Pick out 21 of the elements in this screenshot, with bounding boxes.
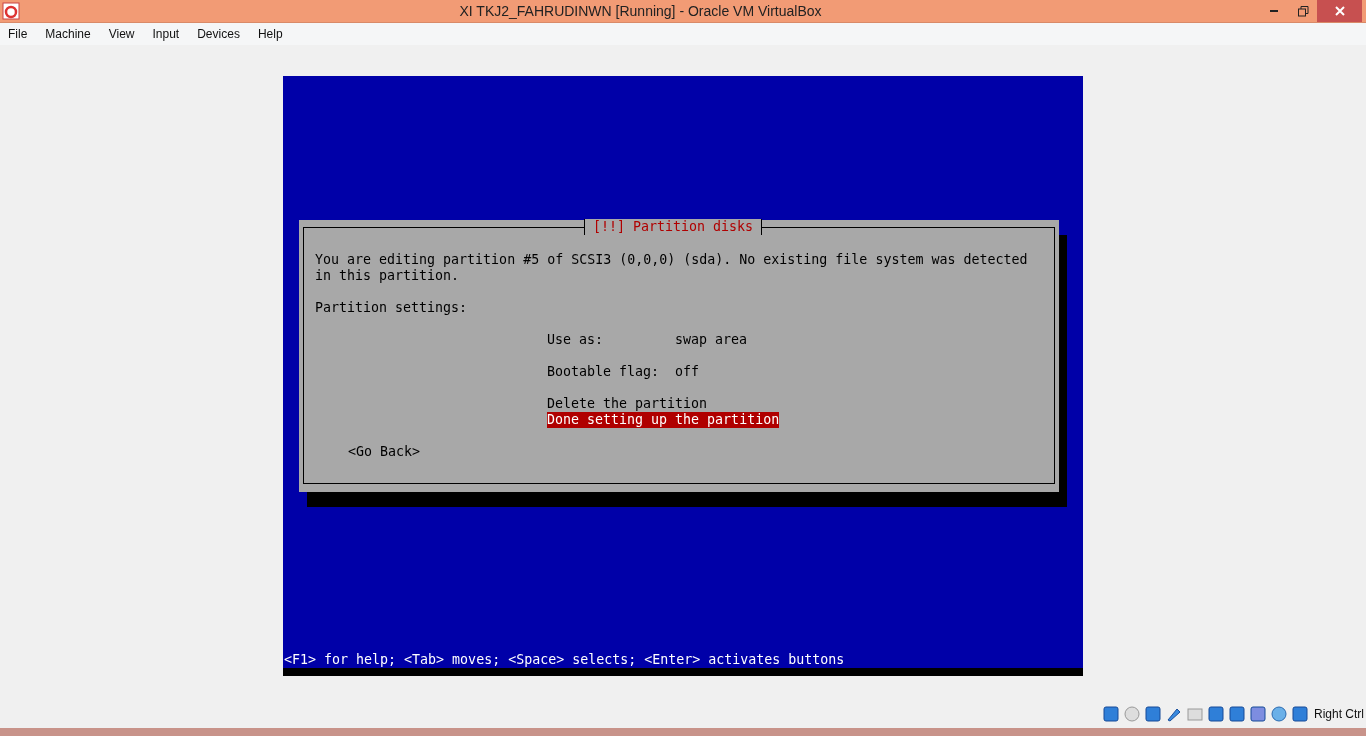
- go-back-button[interactable]: <Go Back>: [348, 444, 421, 460]
- menu-item[interactable]: Input: [152, 27, 180, 41]
- menu-option[interactable]: Delete the partition: [547, 396, 708, 412]
- menu-item[interactable]: Help: [257, 27, 283, 41]
- section-label: Partition settings:: [315, 300, 469, 316]
- menu-option[interactable]: Bootable flag: off: [547, 364, 700, 380]
- close-icon: [1334, 6, 1345, 16]
- menu-item[interactable]: Machine: [45, 27, 91, 41]
- menu-item[interactable]: File: [8, 27, 28, 41]
- menu-option[interactable]: Done setting up the partition: [547, 412, 780, 428]
- host-key-label: Right Ctrl: [1314, 707, 1364, 721]
- menu-item[interactable]: Devices: [197, 27, 240, 41]
- restore-icon: [1297, 5, 1309, 17]
- menu-option[interactable]: Use as: swap area: [547, 332, 748, 348]
- close-button[interactable]: [1317, 0, 1362, 22]
- window-title: XI TKJ2_FAHRUDINWN [Running] - Oracle VM VirtualBox: [458, 3, 823, 19]
- dialog-message: You are editing partition #5 of SCSI3 (0,0,0) (sda). No existing file system was detected in this partition.: [315, 252, 1029, 284]
- menu-item[interactable]: View: [108, 27, 135, 41]
- dialog-title: [!!] Partition disks: [584, 219, 763, 235]
- minimize-icon: [1270, 9, 1280, 13]
- app-logo-icon: [2, 2, 20, 20]
